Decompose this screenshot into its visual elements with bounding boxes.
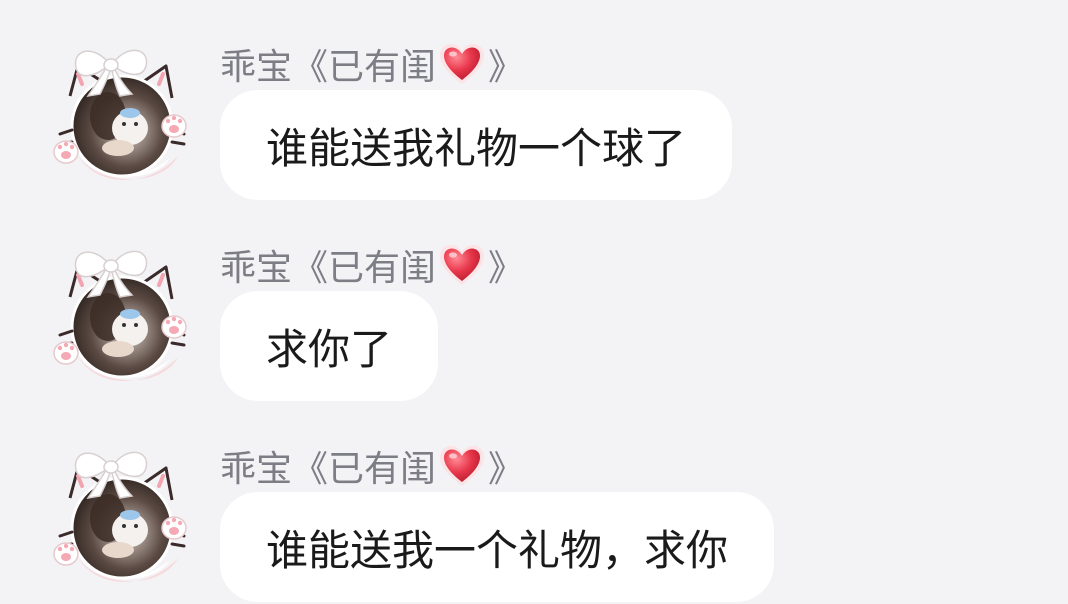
heart-emoji-icon bbox=[438, 443, 486, 489]
heart-emoji-icon bbox=[438, 41, 486, 87]
sender-name[interactable]: 乖宝《已有闺 》 bbox=[220, 442, 524, 490]
message-bubble[interactable]: 求你了 bbox=[220, 291, 439, 401]
sender-name-prefix: 乖宝《已有闺 bbox=[220, 449, 437, 490]
sender-name-prefix: 乖宝《已有闺 bbox=[220, 47, 437, 88]
sender-name[interactable]: 乖宝《已有闺 》 bbox=[220, 40, 524, 88]
message-text: 求你了 bbox=[266, 324, 393, 374]
sender-name[interactable]: 乖宝《已有闺 》 bbox=[220, 241, 524, 289]
message-text: 谁能送我礼物一个球了 bbox=[266, 123, 687, 173]
sender-name-prefix: 乖宝《已有闺 bbox=[220, 248, 437, 289]
message-text: 谁能送我一个礼物，求你 bbox=[266, 525, 729, 575]
sender-name-suffix: 》 bbox=[488, 449, 525, 490]
message-bubble[interactable]: 谁能送我一个礼物，求你 bbox=[220, 492, 775, 602]
cat-ear-bow-avatar-icon[interactable] bbox=[48, 440, 196, 590]
heart-emoji-icon bbox=[438, 242, 486, 288]
sender-name-suffix: 》 bbox=[488, 248, 525, 289]
cat-ear-bow-avatar-icon[interactable] bbox=[48, 239, 196, 389]
message-bubble[interactable]: 谁能送我礼物一个球了 bbox=[220, 90, 733, 200]
cat-ear-bow-avatar-icon[interactable] bbox=[48, 38, 196, 188]
sender-name-suffix: 》 bbox=[488, 47, 525, 88]
